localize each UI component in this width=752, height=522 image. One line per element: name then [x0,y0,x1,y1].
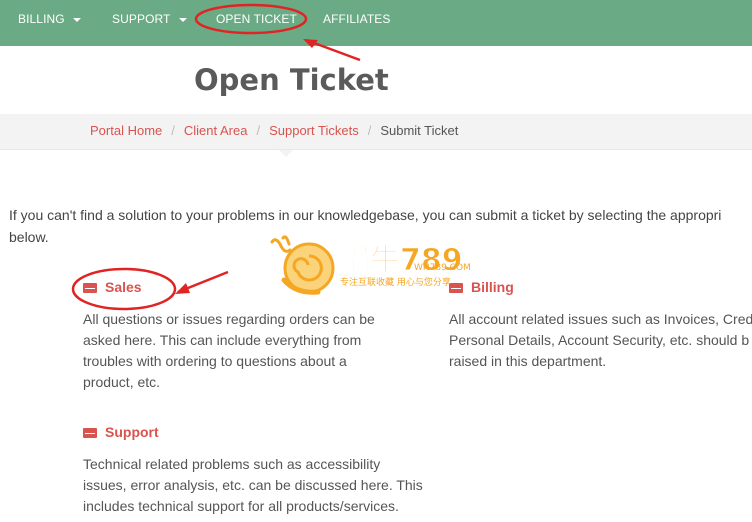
breadcrumb-current: Submit Ticket [380,123,459,138]
breadcrumb-separator: / [171,123,175,138]
breadcrumb-separator: / [256,123,261,138]
department-sales-link[interactable]: Sales [83,279,142,295]
description-line: All questions or issues regarding orders… [83,311,375,327]
nav-open-ticket-label: OPEN TICKET [216,12,297,26]
page-header: Open Ticket [0,46,752,114]
nav-billing-label: BILLING [18,12,65,26]
nav-billing[interactable]: BILLING [18,12,81,26]
department-billing-description: All account related issues such as Invoi… [449,309,752,372]
envelope-icon [449,283,463,293]
annotation-arrow-line [177,270,229,294]
caret-down-icon [178,17,187,22]
breadcrumb-support-tickets[interactable]: Support Tickets [269,123,359,138]
intro-text: If you can't find a solution to your pro… [9,204,752,248]
department-support-description: Technical related problems such as acces… [83,454,423,517]
nav-open-ticket[interactable]: OPEN TICKET [216,12,297,26]
description-line: raised in this department. [449,353,607,369]
breadcrumb-client-area[interactable]: Client Area [184,123,248,138]
department-billing-title: Billing [471,279,514,295]
department-billing-link[interactable]: Billing [449,279,514,295]
description-line: Technical related problems such as acces… [83,456,381,472]
envelope-icon [83,283,97,293]
description-line: issues, error analysis, etc. can be disc… [83,477,423,493]
intro-line-1: If you can't find a solution to your pro… [9,207,722,223]
nav-affiliates-label: AFFILIATES [323,12,391,26]
nav-affiliates[interactable]: AFFILIATES [323,12,390,26]
breadcrumb-pointer [279,150,293,157]
breadcrumb-separator: / [367,123,372,138]
nav-support-label: SUPPORT [112,12,171,26]
top-navigation-bar: BILLING SUPPORT OPEN TICKET AFFILIATES [0,0,752,46]
envelope-icon [83,428,97,438]
description-line: product, etc. [83,374,161,390]
department-sales-description: All questions or issues regarding orders… [83,309,375,393]
intro-line-2: below. [9,229,49,245]
page-title: Open Ticket [194,63,389,97]
caret-down-icon [72,17,81,22]
watermark-domain: WN789.COM [414,263,471,273]
description-line: Personal Details, Account Security, etc.… [449,332,750,348]
department-support-link[interactable]: Support [83,424,159,440]
breadcrumb: Portal Home / Client Area / Support Tickets /… [0,114,752,150]
description-line: All account related issues such as Invoi… [449,311,752,327]
description-line: includes technical support for all produ… [83,498,399,514]
department-sales-title: Sales [105,279,142,295]
breadcrumb-portal-home[interactable]: Portal Home [90,123,162,138]
watermark-text: 蜗牛789 [340,243,463,278]
arrow-head-icon [175,283,190,294]
watermark-slogan: 专注互联收藏 用心与您分享 [340,276,451,288]
nav-support[interactable]: SUPPORT [112,12,187,26]
department-support-title: Support [105,424,159,440]
description-line: troubles with ordering to questions abou… [83,353,347,369]
description-line: asked here. This can include everything … [83,332,362,348]
